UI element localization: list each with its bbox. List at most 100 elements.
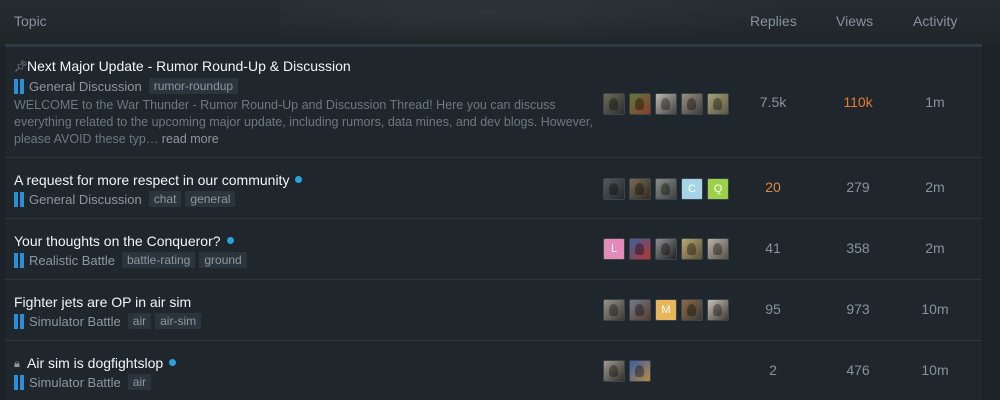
avatar[interactable] — [603, 360, 625, 382]
avatar[interactable] — [681, 238, 703, 260]
category-color-icon — [14, 313, 18, 329]
column-replies[interactable]: Replies — [750, 13, 797, 29]
tag[interactable]: battle-rating — [121, 252, 196, 268]
replies-count[interactable]: 41 — [743, 240, 803, 256]
activity-time[interactable]: 2m — [900, 179, 970, 195]
topic-title: Next Major Update - Rumor Round-Up & Dis… — [27, 58, 351, 74]
category-link[interactable]: General Discussion — [29, 192, 142, 207]
unread-dot-icon — [169, 359, 177, 366]
category-color-icon — [20, 191, 24, 207]
category-link[interactable]: Realistic Battle — [29, 253, 115, 268]
read-more-link[interactable]: read more — [162, 132, 219, 146]
activity-time[interactable]: 1m — [900, 94, 970, 110]
topic-list-header: Topic Replies Views Activity — [5, 0, 982, 47]
posters: C Q — [603, 178, 733, 200]
topic-meta: Simulator Battle air air-sim — [14, 312, 205, 330]
topic-meta: General Discussion rumor-roundup — [14, 77, 242, 95]
avatar-letter: Q — [713, 183, 723, 195]
excerpt-text: WELCOME to the War Thunder - Rumor Round… — [14, 98, 593, 146]
views-count: 110k — [843, 94, 873, 110]
avatar[interactable] — [707, 238, 729, 260]
lock-icon: 🔒︎ — [14, 358, 20, 370]
avatar[interactable] — [603, 93, 625, 115]
avatar[interactable] — [629, 238, 651, 260]
avatar[interactable] — [629, 360, 651, 382]
tag[interactable]: air-sim — [155, 313, 202, 329]
topic-title: A request for more respect in our commun… — [14, 172, 290, 188]
topic-title-link[interactable]: 📌︎Next Major Update - Rumor Round-Up & D… — [14, 58, 351, 74]
topic-row[interactable]: 📌︎Next Major Update - Rumor Round-Up & D… — [5, 47, 982, 158]
avatar[interactable] — [603, 178, 625, 200]
topic-list: Topic Replies Views Activity 📌︎Next Majo… — [5, 0, 982, 400]
tag[interactable]: rumor-roundup — [148, 78, 239, 94]
category-link[interactable]: General Discussion — [29, 79, 142, 94]
posters — [603, 360, 655, 382]
topic-meta: Realistic Battle battle-rating ground — [14, 251, 251, 269]
avatar-letter: M — [661, 304, 671, 316]
views-count: 358 — [846, 240, 870, 256]
pin-icon: 📌︎ — [14, 61, 28, 73]
views-count: 973 — [846, 301, 870, 317]
avatar[interactable] — [681, 93, 703, 115]
category-link[interactable]: Simulator Battle — [29, 314, 121, 329]
tag[interactable]: air — [127, 374, 152, 390]
unread-dot-icon — [295, 176, 303, 183]
topic-meta: General Discussion chat general — [14, 190, 239, 208]
category-link[interactable]: Simulator Battle — [29, 375, 121, 390]
category-color-icon — [20, 78, 24, 94]
avatar[interactable] — [655, 93, 677, 115]
category-color-icon — [20, 252, 24, 268]
views-count: 476 — [846, 362, 870, 378]
topic-title-link[interactable]: 🔒︎ Air sim is dogfightslop — [14, 355, 177, 371]
replies-count[interactable]: 7.5k — [743, 94, 803, 110]
activity-time[interactable]: 2m — [900, 240, 970, 256]
avatar-letter: L — [610, 243, 618, 255]
topic-title-link[interactable]: A request for more respect in our commun… — [14, 172, 303, 188]
activity-time[interactable]: 10m — [900, 362, 970, 378]
topic-row[interactable]: Your thoughts on the Conqueror? Realisti… — [5, 219, 982, 280]
avatar[interactable] — [655, 178, 677, 200]
posters: M — [603, 299, 733, 321]
replies-count[interactable]: 2 — [743, 362, 803, 378]
topic-row[interactable]: A request for more respect in our commun… — [5, 158, 982, 219]
avatar-letter: C — [688, 183, 696, 195]
tag[interactable]: ground — [199, 252, 247, 268]
tag[interactable]: chat — [148, 191, 182, 207]
avatar[interactable] — [629, 93, 651, 115]
avatar[interactable]: L — [603, 238, 625, 260]
avatar[interactable] — [681, 299, 703, 321]
category-color-icon — [14, 78, 18, 94]
topic-row[interactable]: 🔒︎ Air sim is dogfightslop Simulator Batt… — [5, 341, 982, 400]
category-color-icon — [14, 374, 18, 390]
tag[interactable]: air — [127, 313, 152, 329]
activity-time[interactable]: 10m — [900, 301, 970, 317]
column-views[interactable]: Views — [836, 13, 873, 29]
column-topic[interactable]: Topic — [14, 13, 47, 29]
unread-dot-icon — [226, 237, 234, 244]
avatar[interactable] — [603, 299, 625, 321]
category-color-icon — [14, 191, 18, 207]
replies-count[interactable]: 20 — [743, 179, 803, 195]
avatar[interactable] — [629, 178, 651, 200]
avatar[interactable] — [629, 299, 651, 321]
category-color-icon — [20, 313, 24, 329]
topic-title: Your thoughts on the Conqueror? — [14, 233, 221, 249]
avatar[interactable]: Q — [707, 178, 729, 200]
posters: L — [603, 238, 733, 260]
tag[interactable]: general — [185, 191, 236, 207]
replies-count[interactable]: 95 — [743, 301, 803, 317]
category-color-icon — [20, 374, 24, 390]
avatar[interactable] — [655, 238, 677, 260]
avatar[interactable]: M — [655, 299, 677, 321]
posters — [603, 93, 733, 115]
topic-row[interactable]: Fighter jets are OP in air sim Simulator… — [5, 280, 982, 341]
topic-title-link[interactable]: Fighter jets are OP in air sim — [14, 294, 191, 310]
column-activity[interactable]: Activity — [913, 13, 957, 29]
category-color-icon — [14, 252, 18, 268]
views-count: 279 — [846, 179, 870, 195]
avatar[interactable]: C — [681, 178, 703, 200]
topic-title-link[interactable]: Your thoughts on the Conqueror? — [14, 233, 234, 249]
avatar[interactable] — [707, 299, 729, 321]
avatar[interactable] — [707, 93, 729, 115]
topic-title: Air sim is dogfightslop — [27, 355, 164, 371]
